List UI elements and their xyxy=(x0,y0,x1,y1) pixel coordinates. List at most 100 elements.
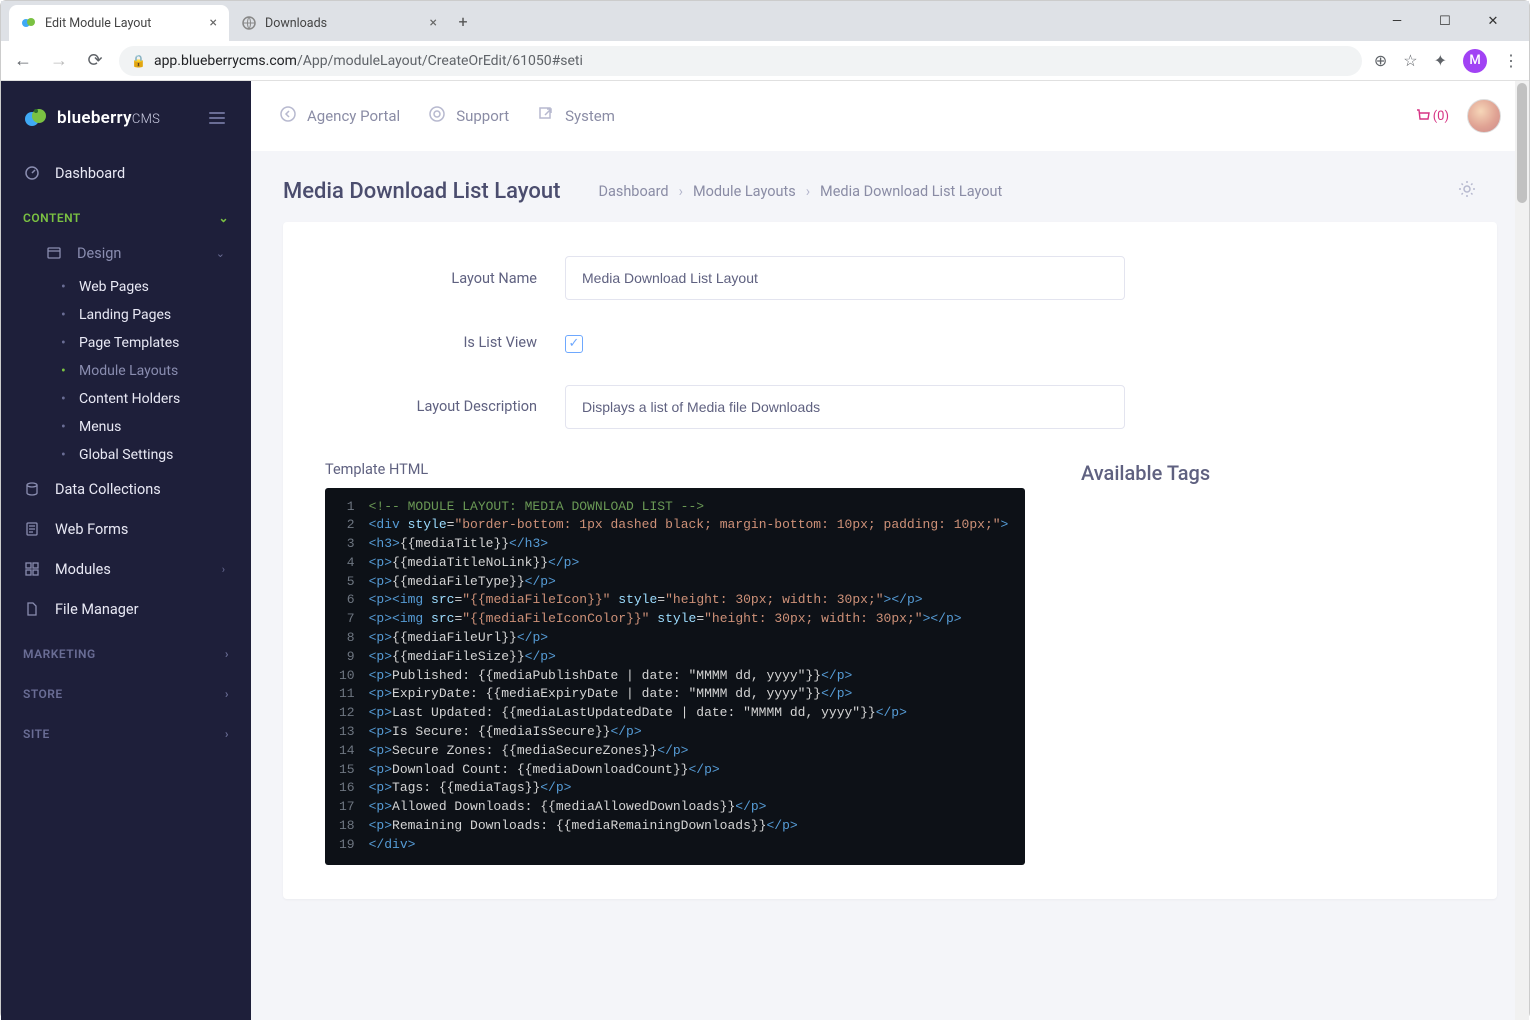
row-is-list-view: Is List View ✓ xyxy=(325,332,1455,353)
reload-button[interactable]: ⟳ xyxy=(83,50,107,71)
nav-system[interactable]: System xyxy=(537,105,615,127)
sidebar-item-global-settings[interactable]: Global Settings xyxy=(1,441,251,469)
logo[interactable]: blueberryCMS xyxy=(1,87,251,153)
url-bar[interactable]: 🔒 app.blueberrycms.com/App/moduleLayout/… xyxy=(119,46,1362,76)
back-circle-icon xyxy=(279,105,297,127)
external-link-icon xyxy=(537,105,555,127)
chevron-right-icon: › xyxy=(679,183,683,200)
breadcrumb: Dashboard › Module Layouts › Media Downl… xyxy=(598,183,1002,200)
code-editor[interactable]: 12345678910111213141516171819 <!-- MODUL… xyxy=(325,488,1025,865)
close-icon[interactable]: × xyxy=(430,15,437,31)
browser-tab-active[interactable]: Edit Module Layout × xyxy=(9,5,229,41)
close-window-button[interactable]: ✕ xyxy=(1479,14,1507,29)
label-is-list-view: Is List View xyxy=(325,334,565,351)
scrollbar[interactable] xyxy=(1515,81,1529,1020)
label-layout-name: Layout Name xyxy=(325,270,565,287)
breadcrumb-item[interactable]: Dashboard xyxy=(598,183,668,200)
sidebar-item-web-forms[interactable]: Web Forms xyxy=(1,509,251,549)
page-title: Media Download List Layout xyxy=(283,179,560,204)
scrollbar-thumb[interactable] xyxy=(1517,83,1527,203)
lock-icon: 🔒 xyxy=(131,54,146,68)
hamburger-icon[interactable] xyxy=(205,108,229,128)
chevron-down-icon: ⌄ xyxy=(216,247,229,260)
nav-agency-portal[interactable]: Agency Portal xyxy=(279,105,400,127)
breadcrumb-item[interactable]: Module Layouts xyxy=(693,183,796,200)
favicon-icon xyxy=(241,15,257,31)
database-icon xyxy=(23,480,41,498)
chevron-right-icon: › xyxy=(806,183,810,200)
nav-label: Support xyxy=(456,107,509,125)
sidebar-section-marketing[interactable]: MARKETING › xyxy=(1,629,251,669)
sidebar-item-content-holders[interactable]: Content Holders xyxy=(1,385,251,413)
sidebar-item-dashboard[interactable]: Dashboard xyxy=(1,153,251,193)
back-button[interactable]: ← xyxy=(11,50,35,71)
sidebar-item-file-manager[interactable]: File Manager xyxy=(1,589,251,629)
cart-count: (0) xyxy=(1433,109,1449,124)
browser-tab[interactable]: Downloads × xyxy=(229,5,449,41)
main: Agency Portal Support System (0) xyxy=(251,81,1529,1020)
logo-text: blueberryCMS xyxy=(57,108,160,128)
sidebar-item-label: Design xyxy=(77,245,121,262)
nav-label: System xyxy=(565,107,615,125)
file-icon xyxy=(23,600,41,618)
sidebar-item-data-collections[interactable]: Data Collections xyxy=(1,469,251,509)
profile-avatar[interactable]: M xyxy=(1463,49,1487,73)
sidebar-section-site[interactable]: SITE › xyxy=(1,709,251,749)
label-layout-description: Layout Description xyxy=(325,398,565,415)
sidebar-section-content[interactable]: CONTENT ⌄ xyxy=(1,193,251,233)
bookmark-icon[interactable]: ☆ xyxy=(1403,51,1417,70)
modules-icon xyxy=(23,560,41,578)
chevron-down-icon: ⌄ xyxy=(218,211,229,225)
available-tags-panel: Available Tags xyxy=(1081,461,1455,485)
page-header: Media Download List Layout Dashboard › M… xyxy=(251,151,1529,222)
section-label: MARKETING xyxy=(23,647,96,661)
forward-button[interactable]: → xyxy=(47,50,71,71)
design-icon xyxy=(45,244,63,262)
extensions-icon[interactable]: ✦ xyxy=(1434,51,1447,70)
sidebar-item-label: Web Forms xyxy=(55,521,128,538)
sidebar-item-module-layouts[interactable]: Module Layouts xyxy=(1,357,251,385)
maximize-button[interactable]: ☐ xyxy=(1431,14,1459,29)
sidebar-item-design[interactable]: Design ⌄ xyxy=(1,233,251,273)
minimize-button[interactable]: ― xyxy=(1383,14,1411,29)
logo-icon xyxy=(23,105,49,131)
nav-label: Agency Portal xyxy=(307,107,400,125)
code-lines[interactable]: <!-- MODULE LAYOUT: MEDIA DOWNLOAD LIST … xyxy=(365,494,1019,859)
zoom-icon[interactable]: ⊕ xyxy=(1374,51,1387,70)
cart-button[interactable]: (0) xyxy=(1413,107,1449,125)
nav-support[interactable]: Support xyxy=(428,105,509,127)
tab-title: Downloads xyxy=(265,16,327,31)
sidebar-item-web-pages[interactable]: Web Pages xyxy=(1,273,251,301)
layout-name-input[interactable] xyxy=(565,256,1125,300)
form-card: Layout Name Is List View ✓ Layout Descri… xyxy=(283,222,1497,899)
sidebar-section-store[interactable]: STORE › xyxy=(1,669,251,709)
favicon-icon xyxy=(21,15,37,31)
toolbar-icons: ⊕ ☆ ✦ M ⋮ xyxy=(1374,49,1519,73)
row-layout-name: Layout Name xyxy=(325,256,1455,300)
new-tab-button[interactable]: + xyxy=(449,7,477,35)
user-avatar[interactable] xyxy=(1467,99,1501,133)
chevron-right-icon: › xyxy=(222,563,229,576)
menu-icon[interactable]: ⋮ xyxy=(1503,51,1519,70)
label-template-html: Template HTML xyxy=(325,461,1025,478)
close-icon[interactable]: × xyxy=(210,15,217,31)
sidebar-item-page-templates[interactable]: Page Templates xyxy=(1,329,251,357)
chevron-right-icon: › xyxy=(225,647,229,661)
sidebar-item-menus[interactable]: Menus xyxy=(1,413,251,441)
sidebar-item-modules[interactable]: Modules › xyxy=(1,549,251,589)
layout-description-input[interactable] xyxy=(565,385,1125,429)
form-icon xyxy=(23,520,41,538)
sidebar-item-label: Modules xyxy=(55,561,111,578)
gear-icon[interactable] xyxy=(1457,179,1497,204)
sidebar-item-landing-pages[interactable]: Landing Pages xyxy=(1,301,251,329)
section-label: CONTENT xyxy=(23,211,81,225)
template-section: Template HTML 12345678910111213141516171… xyxy=(325,461,1455,865)
chevron-right-icon: › xyxy=(225,687,229,701)
section-label: SITE xyxy=(23,727,50,741)
sidebar-item-label: Dashboard xyxy=(55,165,125,182)
url-host: app.blueberrycms.com xyxy=(154,53,297,69)
url-path: /App/moduleLayout/CreateOrEdit/61050#set… xyxy=(297,53,583,69)
is-list-view-checkbox[interactable]: ✓ xyxy=(565,335,583,353)
tab-title: Edit Module Layout xyxy=(45,16,151,31)
browser-chrome: Edit Module Layout × Downloads × + ― ☐ ✕… xyxy=(1,1,1529,81)
